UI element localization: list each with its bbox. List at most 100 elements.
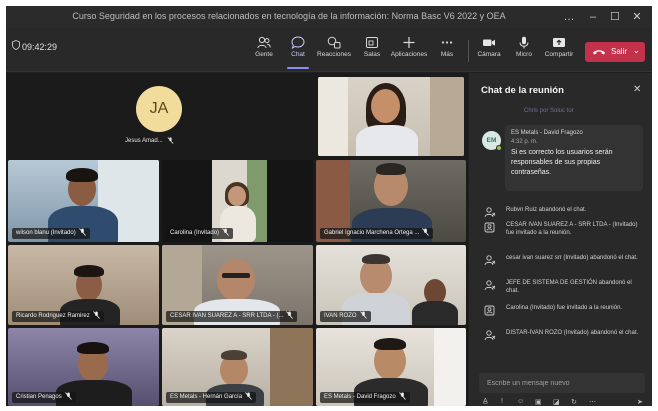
- event-text: CESAR IVAN SUAREZ A - SRR LTDA - (Invita…: [506, 222, 638, 236]
- person-leave-icon: [484, 207, 496, 218]
- reactions-label: Reacciones: [317, 51, 351, 58]
- sticker-icon[interactable]: ◪: [553, 398, 560, 406]
- mic-label: Micro: [516, 51, 532, 58]
- share-label: Compartir: [544, 51, 574, 58]
- video-tile[interactable]: Carolina (Invitado): [162, 160, 313, 242]
- video-tile[interactable]: Cristian Penagos: [8, 328, 159, 406]
- presence-icon: [496, 145, 502, 151]
- close-window-button[interactable]: ✕: [626, 9, 648, 25]
- participant-name: wilson blanu (Invitado): [12, 228, 90, 239]
- message-compose-box[interactable]: [479, 373, 645, 393]
- video-tile[interactable]: wilson blanu (Invitado): [8, 160, 159, 242]
- event-text: DISTAR-IVAN ROZO (Invitado) abandonó el …: [506, 330, 639, 336]
- participant-name: Gabriel Ignacio Marchena Ortega ...: [320, 228, 434, 239]
- mic-off-icon: [245, 392, 252, 401]
- event-text: Rubvn Ruiz abandonó el chat.: [506, 207, 587, 213]
- chat-icon: [291, 36, 305, 49]
- mic-icon: [519, 36, 529, 49]
- event-text: JEFE DE SISTEMA DE GESTIÓN abandonó el c…: [506, 280, 632, 294]
- mic-button[interactable]: Micro: [505, 32, 543, 68]
- participant-name: ES Metals - Hernán García: [166, 392, 257, 403]
- loop-icon[interactable]: ↻: [571, 398, 577, 406]
- minimize-button[interactable]: –: [582, 9, 604, 25]
- mic-off-icon: [286, 311, 294, 320]
- video-tile[interactable]: Ricardo Rodriguez Ramirez: [8, 245, 159, 325]
- participant-name-label: Jesus Amad...: [125, 138, 163, 145]
- gif-icon[interactable]: ▣: [535, 398, 542, 406]
- teams-meeting-window: Curso Seguridad en los procesos relacion…: [6, 6, 652, 406]
- mic-off-icon: [92, 311, 100, 320]
- video-tile[interactable]: ES Metals - David Fragozo: [316, 328, 466, 406]
- person-invite-icon: [484, 305, 495, 316]
- video-tile-spotlight[interactable]: [318, 77, 464, 156]
- avatar[interactable]: EM: [482, 131, 502, 151]
- person-leave-icon: [484, 280, 496, 291]
- chat-title: Chat de la reunión: [481, 85, 564, 96]
- mic-off-icon: [78, 228, 86, 237]
- meeting-chat-panel: Chat de la reunión ✕ Chris por Soluc tor…: [469, 73, 652, 406]
- video-tile[interactable]: IVAN ROZO: [316, 245, 466, 325]
- meeting-timer: 09:42:29: [22, 42, 58, 52]
- participant-name: Carolina (Invitado): [166, 228, 234, 239]
- message-text: Si es correcto los usuarios serán respon…: [511, 149, 613, 176]
- reactions-button[interactable]: Reacciones: [315, 32, 353, 68]
- compose-toolbar: A̲ ! ☺ ▣ ◪ ↻ ⋯ ➤: [483, 398, 648, 406]
- video-stage: JA Jesus Amad... wilson blanu (Invitado): [6, 73, 468, 406]
- mic-off-icon: [167, 137, 174, 144]
- reactions-icon: [327, 36, 341, 49]
- avatar[interactable]: JA: [136, 86, 182, 132]
- mic-off-icon: [222, 228, 229, 237]
- chat-message[interactable]: ES Metals - David Fragozo 4:32 p. m. Si …: [505, 125, 643, 191]
- share-button[interactable]: Compartir: [540, 32, 578, 68]
- people-button[interactable]: Gente: [245, 32, 283, 68]
- send-icon[interactable]: ➤: [637, 398, 643, 406]
- participant-name: IVAN ROZO: [320, 311, 371, 322]
- chat-button[interactable]: Chat: [279, 32, 317, 69]
- participant-name: ES Metals - David Fragozo: [320, 392, 410, 403]
- chat-faded-text: Chris por Soluc tor: [524, 108, 574, 114]
- apps-button[interactable]: Aplicaciones: [390, 32, 428, 68]
- participant-name: CESAR IVAN SUAREZ A - SRR LTDA - (...: [166, 311, 298, 322]
- message-sender: ES Metals - David Fragozo: [511, 130, 583, 136]
- message-input[interactable]: [479, 373, 645, 393]
- participant-name: Ricardo Rodriguez Ramirez: [12, 311, 104, 322]
- video-tile[interactable]: CESAR IVAN SUAREZ A - SRR LTDA - (...: [162, 245, 313, 325]
- video-tile[interactable]: Gabriel Ignacio Marchena Ortega ...: [316, 160, 466, 242]
- more-icon[interactable]: ⋯: [589, 398, 596, 406]
- avatar-initials: EM: [486, 137, 497, 144]
- window-title: Curso Seguridad en los procesos relacion…: [72, 11, 506, 21]
- rooms-label: Salas: [363, 51, 381, 58]
- camera-button[interactable]: Cámara: [470, 32, 508, 68]
- format-icon[interactable]: A̲: [483, 398, 488, 405]
- mic-off-icon: [422, 228, 430, 237]
- leave-button[interactable]: Salir ⌄: [585, 42, 645, 62]
- chat-label: Chat: [291, 51, 305, 58]
- apps-icon: [403, 37, 415, 48]
- mic-off-icon: [359, 311, 367, 320]
- person-leave-icon: [484, 255, 496, 266]
- share-icon: [553, 38, 565, 47]
- emoji-icon[interactable]: ☺: [517, 398, 524, 405]
- close-icon[interactable]: ✕: [633, 84, 641, 95]
- person-invite-icon: [484, 222, 495, 233]
- video-tile[interactable]: ES Metals - Hernán García: [162, 328, 313, 406]
- more-icon: [441, 41, 453, 44]
- more-button[interactable]: Más: [428, 32, 466, 68]
- camera-icon: [483, 39, 495, 46]
- mic-off-icon: [64, 392, 72, 401]
- shield-icon: [12, 40, 20, 50]
- mic-off-icon: [398, 392, 406, 401]
- rooms-button[interactable]: Salas: [353, 32, 391, 68]
- event-text: cesar ivan suarez srr (Invitado) abandon…: [506, 255, 638, 261]
- chevron-down-icon[interactable]: ⌄: [633, 46, 640, 55]
- hang-up-icon: [593, 50, 605, 55]
- people-label: Gente: [255, 51, 273, 58]
- attach-icon[interactable]: !: [501, 398, 503, 405]
- camera-label: Cámara: [477, 51, 501, 58]
- people-icon: [257, 36, 271, 49]
- leave-label: Salir: [611, 47, 628, 56]
- maximize-button[interactable]: ☐: [604, 9, 626, 25]
- window-more-button[interactable]: …: [558, 9, 580, 25]
- person-leave-icon: [484, 330, 496, 341]
- rooms-icon: [366, 37, 378, 48]
